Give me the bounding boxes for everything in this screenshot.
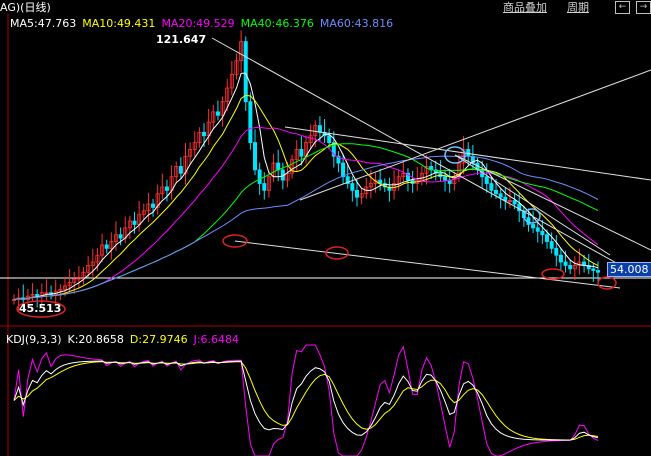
candle-body [262,183,267,191]
candle-body [354,189,359,198]
high-price-label: 121.647 [156,33,207,46]
nav-next-button[interactable]: → [636,0,651,14]
candle-body [248,101,253,143]
candle-body [104,244,109,249]
d-value: D:27.9746 [129,333,188,346]
last-price-badge: 54.008 [607,262,651,277]
kdj-lines [13,344,599,456]
trendline-fan-2 [454,154,651,251]
candle-body [531,224,536,229]
candle-body [568,265,573,270]
moving-average-lines [13,72,599,300]
ma40-legend: MA40:46.376 [240,17,314,30]
candle-body [554,247,559,256]
k-value: K:20.8658 [67,333,124,346]
candle-body [299,149,304,157]
candle-body [498,193,503,198]
candle-body [202,131,207,137]
candle-body [489,183,494,191]
candle-body [545,234,550,242]
trendline-lower [234,240,621,289]
candle-body [558,254,563,263]
candle-body [341,162,346,178]
chart-toolbar: 商品叠加 周期 ← → [503,0,651,14]
j-value: J:6.6484 [193,333,240,346]
overlay-commodity-menu[interactable]: 商品叠加 [503,0,547,15]
candle-body [151,203,156,208]
ma5-legend: MA5:47.763 [10,17,77,30]
candle-body [35,294,40,297]
candle-body [178,166,183,174]
period-menu[interactable]: 周期 [567,0,589,15]
ma10-legend: MA10:49.431 [82,17,156,30]
swing-low-marker-4 [597,276,617,290]
candle-body [540,230,545,236]
candle-body [164,186,169,191]
nav-prev-button[interactable]: ← [615,0,630,14]
candle-body [484,176,489,184]
ma20-legend: MA20:49.529 [161,17,235,30]
candle-body [243,41,248,103]
candle-body [494,189,499,195]
candle-body [596,270,601,273]
candle-body [317,125,322,133]
price-kdj-chart[interactable] [0,0,651,456]
candle-body [257,169,262,184]
candle-body [118,234,123,239]
ma60-legend: MA60:43.816 [319,17,394,30]
trendline-upper [284,126,651,181]
candle-body [443,176,448,181]
trendline-from-high [211,37,621,266]
trendline-rising [299,69,651,201]
ma-legend: MA5:47.763 MA10:49.431 MA20:49.529 MA40:… [10,17,393,30]
low-price-label: 45.513 [19,302,62,315]
candle-body [535,227,540,232]
candle-body [350,183,355,191]
candle-body [253,142,258,171]
chart-frame [0,14,651,456]
candle-body [591,268,596,271]
candle-body [466,149,471,157]
kdj-title: KDJ(9,3,3) [6,333,62,346]
candle-body [563,261,568,266]
d-line [13,361,599,441]
annotation-markers [16,146,617,318]
candle-body [512,200,517,205]
candle-body [132,220,137,225]
k-line [13,360,599,441]
kdj-legend: KDJ(9,3,3) K:20.8658 D:27.9746 J:6.6484 [6,333,239,346]
ma5-line [13,72,599,300]
candle-body [327,135,332,143]
symbol-period-label: AG)(日线) [0,1,51,14]
candle-body [215,111,220,116]
candlestick-series [11,30,601,311]
candle-body [549,241,554,249]
